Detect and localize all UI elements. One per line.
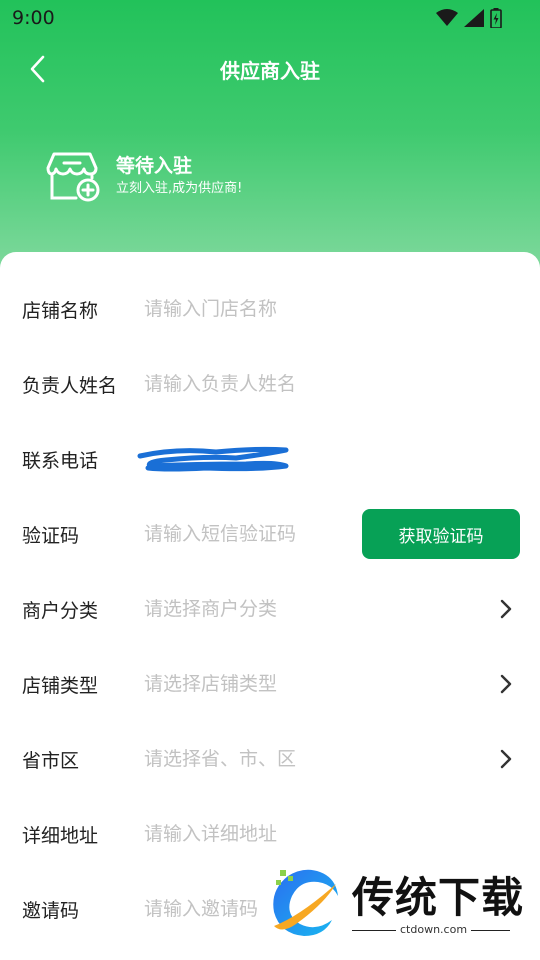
- chevron-right-icon[interactable]: [498, 748, 514, 770]
- status-icons: [436, 8, 502, 28]
- signal-icon: [464, 9, 484, 27]
- form-row-region[interactable]: 省市区: [0, 722, 540, 796]
- address-input[interactable]: [144, 823, 354, 845]
- watermark-logo-icon: [273, 869, 338, 936]
- nav-bar: 供应商入驻: [0, 44, 540, 94]
- form-row-manager-name: 负责人姓名: [0, 347, 540, 421]
- store-name-label: 店铺名称: [22, 299, 99, 322]
- watermark-brand: 传统下载: [352, 873, 525, 922]
- status-time: 9:00: [12, 7, 55, 29]
- form-card: 店铺名称 负责人姓名 联系电话 验证码 获取验证码 商户分类 店铺类型 省市: [0, 252, 540, 960]
- get-code-button[interactable]: 获取验证码: [362, 509, 520, 559]
- region-label: 省市区: [22, 749, 80, 772]
- form-row-phone: 联系电话: [0, 422, 540, 496]
- invite-code-label: 邀请码: [22, 899, 80, 922]
- manager-name-label: 负责人姓名: [22, 374, 118, 397]
- store-type-label: 店铺类型: [22, 674, 99, 697]
- status-bar: 9:00: [0, 0, 540, 36]
- sms-code-input[interactable]: [144, 523, 354, 545]
- store-type-select[interactable]: [144, 673, 354, 695]
- banner-title: 等待入驻: [116, 155, 193, 177]
- form-row-store-name: 店铺名称: [0, 272, 540, 346]
- chevron-right-icon[interactable]: [498, 598, 514, 620]
- form-row-store-type[interactable]: 店铺类型: [0, 647, 540, 721]
- sms-code-label: 验证码: [22, 524, 80, 547]
- watermark: 传统下载 ctdown.com: [266, 860, 526, 942]
- wifi-icon: [436, 9, 458, 26]
- manager-name-input[interactable]: [144, 373, 354, 395]
- phone-field-redacted[interactable]: [136, 444, 292, 474]
- form-row-merchant-category[interactable]: 商户分类: [0, 572, 540, 646]
- page-title: 供应商入驻: [220, 58, 320, 83]
- redaction-scribble: [137, 446, 289, 472]
- back-button[interactable]: [20, 52, 54, 86]
- banner-subtitle: 立刻入驻,成为供应商!: [116, 181, 243, 196]
- store-name-input[interactable]: [144, 298, 354, 320]
- banner-text: 等待入驻 立刻入驻,成为供应商!: [116, 153, 242, 199]
- battery-icon: [490, 8, 502, 28]
- form-row-sms-code: 验证码 获取验证码: [0, 497, 540, 571]
- store-add-icon: [46, 152, 100, 202]
- merchant-category-label: 商户分类: [22, 599, 99, 622]
- phone-label: 联系电话: [22, 449, 99, 472]
- supplier-banner: 等待入驻 立刻入驻,成为供应商!: [46, 146, 242, 206]
- chevron-left-icon: [30, 55, 45, 83]
- address-label: 详细地址: [22, 824, 99, 847]
- merchant-category-select[interactable]: [144, 598, 354, 620]
- region-select[interactable]: [144, 748, 354, 770]
- chevron-right-icon[interactable]: [498, 673, 514, 695]
- watermark-url: ctdown.com: [396, 923, 472, 936]
